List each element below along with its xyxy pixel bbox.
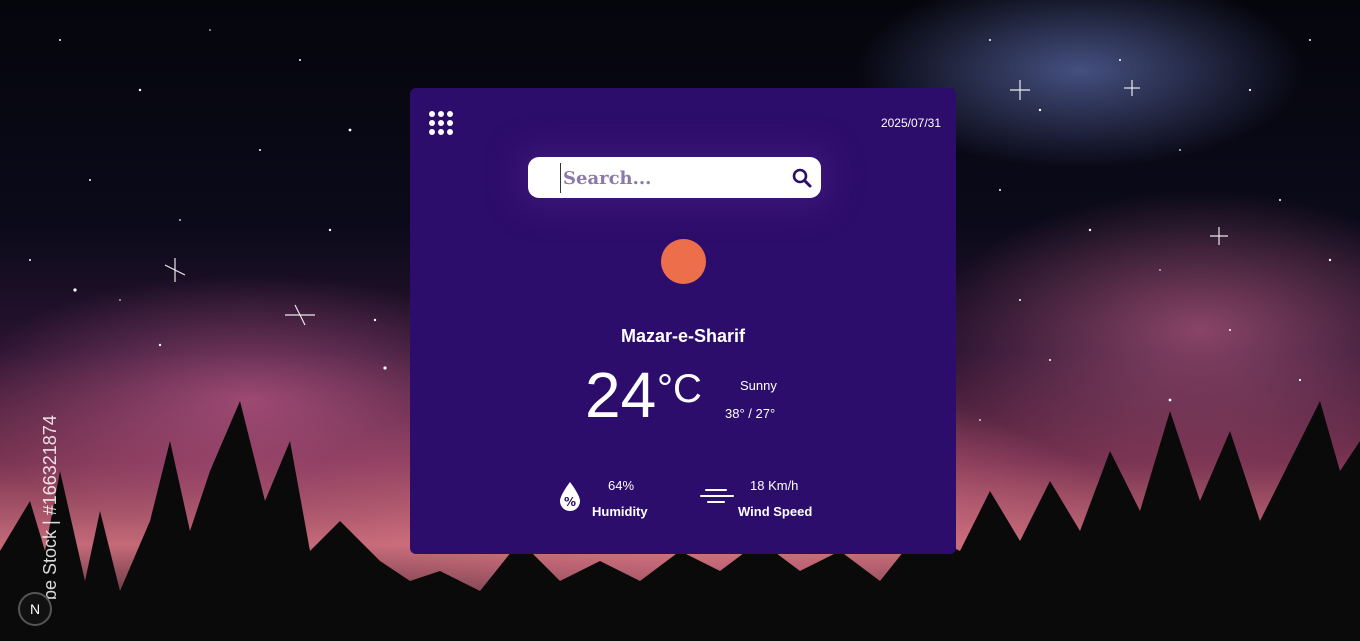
wind-icon	[700, 489, 734, 503]
humidity-label: Humidity	[592, 504, 648, 519]
n-badge-button[interactable]: N	[18, 592, 52, 626]
weather-card: 2025/07/31 Mazar-e-Sharif 24 °C Sunny 38…	[410, 88, 956, 554]
sun-icon	[661, 239, 706, 284]
search-bar	[528, 157, 821, 198]
grid-menu-icon[interactable]	[429, 111, 453, 135]
city-name: Mazar-e-Sharif	[620, 326, 746, 346]
weather-condition: Sunny	[740, 378, 777, 393]
temperature-value: 24	[585, 359, 657, 431]
wind-speed-label: Wind Speed	[738, 504, 813, 519]
current-date: 2025/07/31	[880, 116, 941, 130]
search-icon[interactable]	[792, 168, 812, 188]
humidity-drop-icon: %	[560, 482, 580, 511]
temperature-unit: °C	[657, 367, 702, 411]
wind-speed-value: 18 Km/h	[750, 478, 799, 493]
humidity-value: 64%	[608, 478, 635, 493]
search-input[interactable]	[560, 163, 785, 193]
svg-text:%: %	[564, 495, 576, 509]
stock-watermark: be Stock | #166321874	[40, 415, 60, 600]
high-low-temperature: 38° / 27°	[725, 406, 776, 421]
